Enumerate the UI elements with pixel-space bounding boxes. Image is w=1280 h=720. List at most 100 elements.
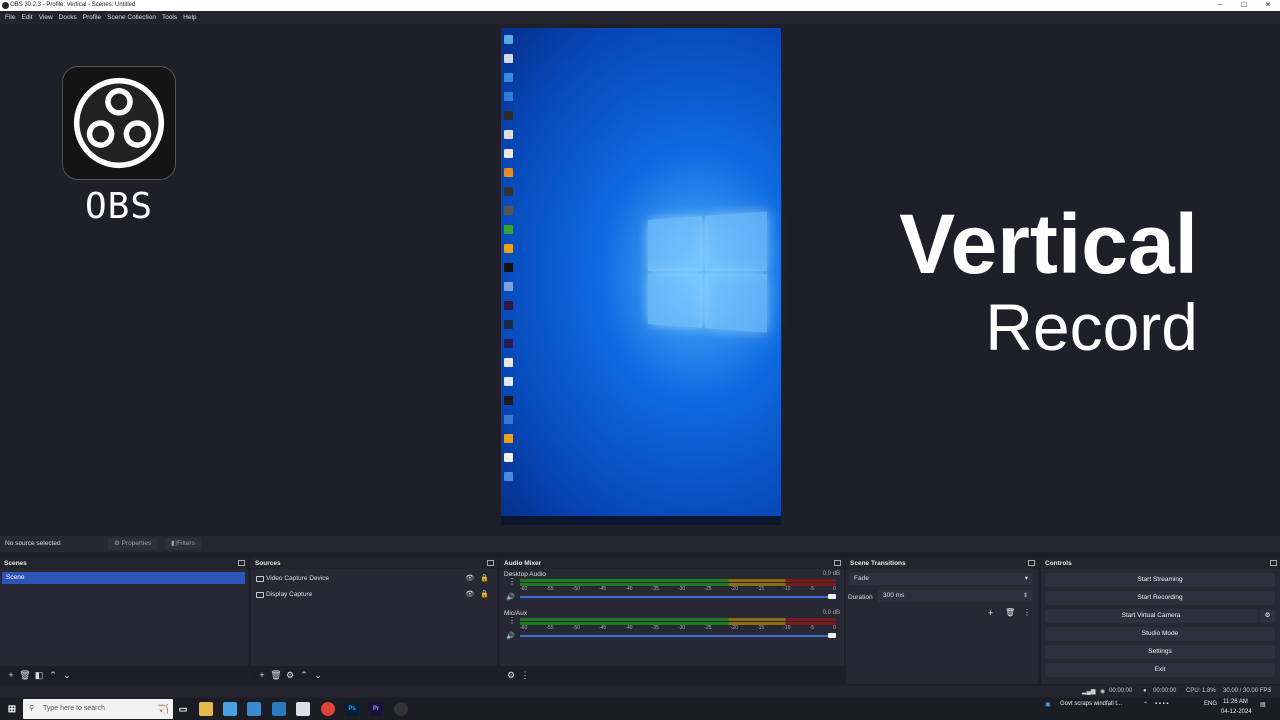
menu-file[interactable]: File <box>2 14 18 21</box>
task-view-icon[interactable]: ▭ <box>176 702 190 716</box>
windows-start-icon[interactable]: ⊞ <box>5 702 19 716</box>
volume-slider[interactable] <box>520 633 836 638</box>
source-item[interactable]: Video Capture Device 👁 🔒 <box>256 573 489 585</box>
tick-label: -60 <box>520 625 528 631</box>
add-icon[interactable]: + <box>4 670 18 680</box>
filters-button[interactable]: ◧Filters <box>165 538 201 550</box>
undock-icon[interactable] <box>238 560 245 566</box>
trash-icon[interactable]: 🗑 <box>269 670 283 681</box>
chevron-down-icon: ▾ <box>1024 575 1028 582</box>
start-recording-button[interactable]: Start Recording <box>1045 591 1275 605</box>
lock-icon[interactable]: 🔒 <box>480 589 489 601</box>
context-bar: No source selected ⚙ Properties ◧Filters <box>0 536 1280 552</box>
speaker-icon[interactable]: 🔊 <box>506 632 515 640</box>
obs-taskbar-icon[interactable] <box>394 702 408 716</box>
move-up-icon[interactable]: ⌃ <box>297 670 311 681</box>
start-virtual-camera-button[interactable]: Start Virtual Camera <box>1045 609 1257 623</box>
transition-select[interactable]: Fade ▾ <box>849 573 1032 585</box>
news-ticker[interactable]: Govt scraps windfall t... <box>1060 701 1122 707</box>
tray-icons[interactable]: ▪ ▪ ▪ ▪ <box>1155 701 1169 707</box>
language-indicator[interactable]: ENG <box>1204 701 1217 707</box>
clock-time[interactable]: 11:26 AM <box>1223 699 1248 705</box>
photoshop-icon[interactable]: Ps <box>345 702 359 716</box>
studio-mode-button[interactable]: Studio Mode <box>1045 627 1275 641</box>
scene-item[interactable]: Scene <box>2 572 245 584</box>
properties-button[interactable]: ⚙ Properties <box>108 538 158 550</box>
undock-icon[interactable] <box>1028 560 1035 566</box>
close-button[interactable]: ✕ <box>1256 0 1280 11</box>
tick-label: -35 <box>651 586 659 592</box>
notification-icon[interactable]: ▤ <box>1260 701 1266 708</box>
filter-icon[interactable]: ◧ <box>32 670 46 681</box>
tick-label: -45 <box>598 625 607 631</box>
desktop-icon <box>504 73 513 82</box>
source-item[interactable]: Display Capture 👁 🔒 <box>256 589 489 601</box>
volume-slider[interactable] <box>520 594 836 599</box>
window-title: OBS 30.2.3 - Profile: Vertical - Scenes:… <box>10 2 136 8</box>
eye-icon[interactable]: 👁 <box>465 573 474 585</box>
gear-icon[interactable]: ⚙ <box>504 670 518 681</box>
desktop-icon <box>504 301 513 310</box>
status-bar: ▂▄▆ ◉ 00:00:00 ● 00:00:00 CPU: 1.8% 30.0… <box>0 685 1280 698</box>
kebab-icon[interactable]: ⋮ <box>508 616 516 625</box>
menu-view[interactable]: View <box>36 14 56 21</box>
channel-db: 0.0 dB <box>822 610 840 616</box>
minimize-button[interactable]: ─ <box>1208 0 1232 11</box>
menu-tools[interactable]: Tools <box>159 14 180 21</box>
premiere-icon[interactable]: Pr <box>369 702 383 716</box>
duration-label: Duration <box>848 594 873 601</box>
add-icon[interactable]: + <box>255 670 269 680</box>
preview-canvas[interactable]: OBS Vertical Record <box>0 24 1280 532</box>
desktop-icons <box>503 30 515 486</box>
eye-icon[interactable]: 👁 <box>465 589 474 601</box>
settings-button[interactable]: Settings <box>1045 645 1275 659</box>
controls-dock: Controls Start Streaming Start Recording… <box>1041 558 1280 684</box>
tray-chevron-icon[interactable]: ⌃ <box>1143 701 1148 708</box>
speaker-icon[interactable]: 🔊 <box>506 593 515 601</box>
sources-title: Sources <box>255 560 281 567</box>
undock-icon[interactable] <box>834 560 841 566</box>
menu-help[interactable]: Help <box>180 14 199 21</box>
add-icon[interactable]: + <box>988 608 993 618</box>
desktop-icon <box>504 358 513 367</box>
kebab-icon[interactable]: ⋮ <box>1023 608 1031 617</box>
move-up-icon[interactable]: ⌃ <box>46 670 60 681</box>
undock-icon[interactable] <box>487 560 494 566</box>
virtual-camera-settings-button[interactable]: ⚙ <box>1260 609 1275 623</box>
maximize-button[interactable]: ☐ <box>1232 0 1256 11</box>
cpu-usage: CPU: 1.8% <box>1186 688 1216 694</box>
menu-scene-collection[interactable]: Scene Collection <box>104 14 159 21</box>
mixer-toolbar: ⚙ ⋮ <box>500 666 844 684</box>
duration-field[interactable]: 300 ms ⇕ <box>878 590 1032 602</box>
undock-icon[interactable] <box>1270 560 1277 566</box>
taskbar-search[interactable]: ⚲ Type here to search 🏹 <box>23 699 173 719</box>
move-down-icon[interactable]: ⌄ <box>311 670 325 681</box>
sources-dock-header: Sources <box>251 558 497 569</box>
trash-icon[interactable]: 🗑 <box>1005 608 1015 617</box>
exit-button[interactable]: Exit <box>1045 663 1275 677</box>
transitions-body: Fade ▾ Duration 300 ms ⇕ + 🗑 ⋮ <box>846 569 1038 684</box>
menu-profile[interactable]: Profile <box>80 14 104 21</box>
channel-db: 0.0 dB <box>822 571 840 577</box>
kebab-icon[interactable]: ⋮ <box>518 670 532 681</box>
app-icon[interactable] <box>247 702 261 716</box>
lock-icon[interactable]: 🔒 <box>480 573 489 585</box>
kebab-icon[interactable]: ⋮ <box>508 577 516 586</box>
meter-ticks: -60 -55 -50 -45 -40 -35 -30 -25 -20 -15 -10 -5 0 <box>520 625 836 631</box>
volume-knob[interactable] <box>828 633 836 638</box>
volume-knob[interactable] <box>828 594 836 599</box>
menu-edit[interactable]: Edit <box>18 14 35 21</box>
move-down-icon[interactable]: ⌄ <box>60 670 74 681</box>
clock-date[interactable]: 04-12-2024 <box>1221 709 1252 715</box>
app-icon[interactable] <box>223 702 237 716</box>
gear-icon[interactable]: ⚙ <box>283 670 297 681</box>
trash-icon[interactable]: 🗑 <box>18 670 32 681</box>
file-explorer-icon[interactable] <box>199 702 213 716</box>
duration-value: 300 ms <box>883 592 905 599</box>
chrome-icon[interactable] <box>321 702 335 716</box>
stepper-icon[interactable]: ⇕ <box>1023 590 1028 602</box>
menu-docks[interactable]: Docks <box>56 14 80 21</box>
calculator-icon[interactable] <box>296 702 310 716</box>
app-icon[interactable] <box>272 702 286 716</box>
start-streaming-button[interactable]: Start Streaming <box>1045 573 1275 587</box>
